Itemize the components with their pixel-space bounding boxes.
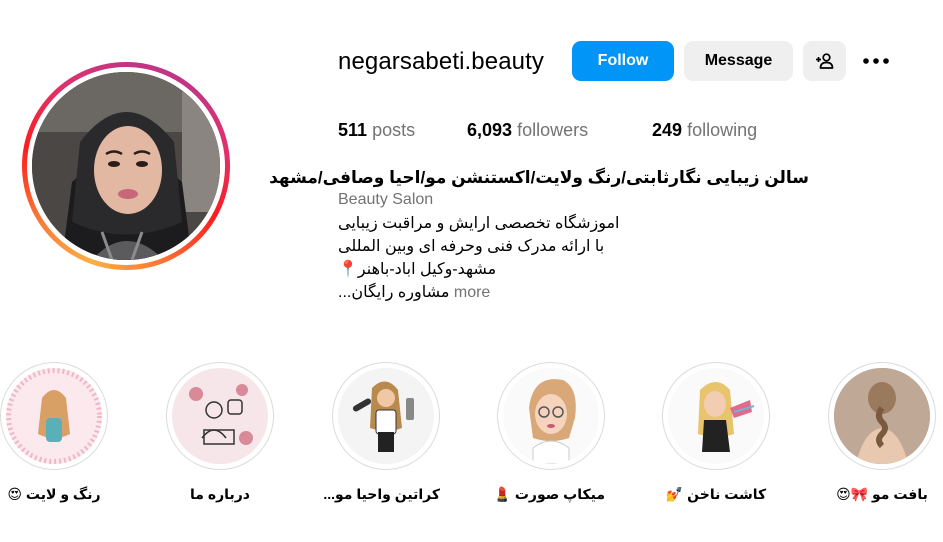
highlight-2[interactable]: درباره ما — [166, 362, 274, 503]
follow-button[interactable]: Follow — [572, 41, 674, 81]
highlight-cover-ring — [662, 362, 770, 470]
highlight-cover-nails — [668, 368, 764, 464]
highlight-cover-ring — [0, 362, 108, 470]
bio-full-name: سالن زیبایی نگارثابتی/رنگ ولایت/اکستنشن … — [269, 168, 809, 187]
highlight-label: بافت مو 🎀😍 — [836, 486, 928, 503]
more-options-button[interactable] — [860, 48, 892, 74]
highlight-cover-keratin — [338, 368, 434, 464]
bio-line-1: اموزشگاه تخصصی ارایش و مراقبت زیبایی — [338, 215, 620, 232]
highlight-cover-hair-color — [6, 368, 102, 464]
highlight-cover-ring — [828, 362, 936, 470]
following-count: 249 — [652, 120, 683, 140]
followers-count: 6,093 — [467, 120, 513, 140]
posts-count: 511 — [338, 120, 368, 140]
posts-label: posts — [372, 120, 416, 140]
profile-avatar-ring[interactable] — [22, 62, 230, 270]
highlight-cover-ring — [166, 362, 274, 470]
following-label: following — [687, 120, 758, 140]
highlight-cover-makeup — [503, 368, 599, 464]
bio-line-3: مشهد-وکیل اباد-باهنر📍 — [338, 261, 497, 278]
avatar[interactable] — [32, 72, 220, 260]
bio-more-link[interactable]: more — [454, 284, 490, 301]
highlight-3[interactable]: کراتین واحیا مو... — [323, 362, 440, 503]
posts-stat: 511 posts — [338, 120, 415, 141]
message-button[interactable]: Message — [684, 41, 793, 81]
followers-label: followers — [517, 120, 589, 140]
bio-line-4-text: مشاوره رایگان... — [338, 284, 450, 301]
highlight-5[interactable]: کاشت ناخن 💅 — [662, 362, 770, 503]
highlight-label: درباره ما — [190, 486, 250, 502]
highlight-label: میکاپ صورت 💄 — [493, 486, 605, 503]
bio-category: Beauty Salon — [338, 191, 434, 208]
add-user-icon — [815, 53, 833, 69]
bio-line-2: با ارائه مدرک فنی وحرفه ای وبین المللی — [338, 238, 605, 255]
followers-stat[interactable]: 6,093 followers — [467, 120, 588, 141]
profile-username: negarsabeti.beauty — [338, 48, 544, 75]
highlight-label: رنگ و لایت 😍 — [7, 486, 101, 503]
highlight-cover-ring — [332, 362, 440, 470]
avatar-border — [27, 67, 225, 265]
highlight-1[interactable]: رنگ و لایت 😍 — [0, 362, 108, 503]
more-dots-icon — [863, 58, 889, 64]
highlight-6[interactable]: بافت مو 🎀😍 — [828, 362, 936, 503]
bio-line-4: مشاوره رایگان... more — [338, 282, 490, 302]
following-stat[interactable]: 249 following — [652, 120, 757, 141]
highlight-label: کراتین واحیا مو... — [323, 486, 440, 502]
highlight-4[interactable]: میکاپ صورت 💄 — [493, 362, 605, 503]
highlight-cover-about — [172, 368, 268, 464]
suggest-similar-accounts-button[interactable] — [803, 41, 846, 81]
avatar-portrait — [32, 72, 220, 260]
highlight-cover-ring — [497, 362, 605, 470]
highlight-cover-braids — [834, 368, 930, 464]
highlight-label: کاشت ناخن 💅 — [665, 486, 767, 503]
